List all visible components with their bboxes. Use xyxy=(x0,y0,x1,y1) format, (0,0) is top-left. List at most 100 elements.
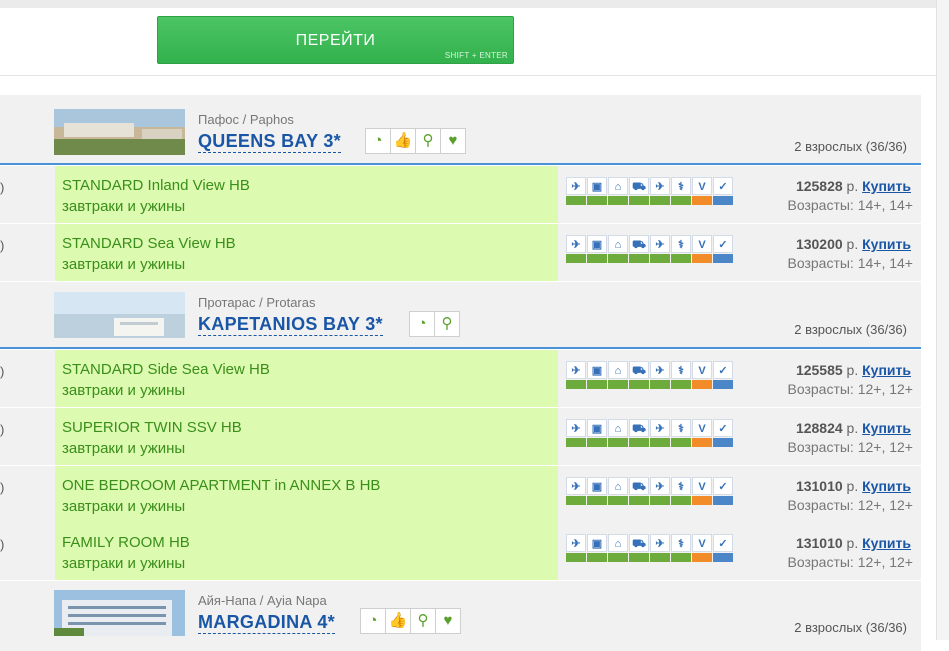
ages: Возрасты: 12+, 12+ xyxy=(787,439,914,455)
buy-link[interactable]: Купить xyxy=(862,478,911,494)
currency: р. xyxy=(842,535,863,551)
room-name: ONE BEDROOM APARTMENT in ANNEX B HB xyxy=(62,477,381,494)
service-status-bar xyxy=(608,553,628,562)
buy-link[interactable]: Купить xyxy=(862,420,911,436)
pool-icon: ◔ xyxy=(360,608,386,634)
go-button[interactable]: ПЕРЕЙТИ SHIFT + ENTER xyxy=(157,16,514,64)
hotel-header-kapetanios-bay: Протарас / Protaras KAPETANIOS BAY 3* ◔ ⚲… xyxy=(0,282,921,349)
hotel-pax: 2 взрослых (36/36) xyxy=(794,620,907,635)
plane2-icon: ✈ xyxy=(650,477,670,495)
family-icon: ⚲ xyxy=(415,128,441,154)
service-cell: V xyxy=(692,419,712,447)
visa-icon: V xyxy=(692,534,712,552)
service-cell: ✓ xyxy=(713,235,733,263)
hotel-name-link[interactable]: MARGADINA 4* xyxy=(198,612,335,634)
service-status-bar xyxy=(650,254,670,263)
service-cell: ✈ xyxy=(650,419,670,447)
currency: р. xyxy=(842,362,863,378)
medical-icon: ⚕ xyxy=(671,235,691,253)
scrollbar[interactable] xyxy=(936,0,949,640)
row-edge-mark: ) xyxy=(0,364,5,379)
service-cell: V xyxy=(692,235,712,263)
service-status-bar xyxy=(629,254,649,263)
buy-link[interactable]: Купить xyxy=(862,535,911,551)
bus-icon: ▣ xyxy=(587,534,607,552)
room-row: ) STANDARD Inland View HB завтраки и ужи… xyxy=(0,166,921,224)
service-cell: V xyxy=(692,361,712,389)
service-status-bar xyxy=(692,254,712,263)
service-cell: ⚕ xyxy=(671,235,691,263)
hotel-name-link[interactable]: KAPETANIOS BAY 3* xyxy=(198,314,383,336)
medical-icon: ⚕ xyxy=(671,534,691,552)
service-status-bar xyxy=(587,196,607,205)
service-cell: ✈ xyxy=(566,361,586,389)
service-status-bar xyxy=(650,553,670,562)
service-status-bar xyxy=(566,553,586,562)
service-status-bar xyxy=(608,196,628,205)
service-status-bar xyxy=(587,438,607,447)
plane2-icon: ✈ xyxy=(650,419,670,437)
ages: Возрасты: 12+, 12+ xyxy=(787,381,914,397)
hotel-photo[interactable] xyxy=(54,109,185,155)
service-status-bar xyxy=(713,553,733,562)
visa-icon: V xyxy=(692,361,712,379)
row-edge-mark: ) xyxy=(0,180,5,195)
service-cell: ✓ xyxy=(713,419,733,447)
house-icon: ⌂ xyxy=(608,534,628,552)
ages: Возрасты: 14+, 14+ xyxy=(787,197,914,213)
medical-icon: ⚕ xyxy=(671,477,691,495)
hotel-feature-icons: ◔ ⚲ xyxy=(409,311,460,337)
service-cell: ⛟ xyxy=(629,235,649,263)
hotel-feature-icons: ◔ 👍 ⚲ ♥ xyxy=(365,128,466,154)
service-cell: ⛟ xyxy=(629,177,649,205)
service-cell: ✈ xyxy=(566,477,586,505)
service-status-bar xyxy=(713,380,733,389)
meal-plan: завтраки и ужины xyxy=(62,498,186,515)
visa-icon: V xyxy=(692,235,712,253)
plane-icon: ✈ xyxy=(566,177,586,195)
pool-icon: ◔ xyxy=(409,311,435,337)
buy-link[interactable]: Купить xyxy=(862,236,911,252)
service-status-bar xyxy=(713,438,733,447)
service-status-bar xyxy=(608,380,628,389)
price: 131010 р. Купить xyxy=(796,535,911,551)
service-cell: ⛟ xyxy=(629,477,649,505)
hotel-location: Протарас / Protaras xyxy=(198,295,316,310)
plane-icon: ✈ xyxy=(566,235,586,253)
price-value: 125585 xyxy=(795,362,843,378)
family-icon: ⚲ xyxy=(434,311,460,337)
hotel-photo[interactable] xyxy=(54,590,185,636)
price: 131010 р. Купить xyxy=(796,478,911,494)
service-status-bar xyxy=(566,254,586,263)
service-cell: ✓ xyxy=(713,177,733,205)
car-icon: ⛟ xyxy=(629,419,649,437)
visa-icon: V xyxy=(692,177,712,195)
service-status-bar xyxy=(629,438,649,447)
service-cell: ▣ xyxy=(587,477,607,505)
service-status-bar xyxy=(566,438,586,447)
service-status-bar xyxy=(566,496,586,505)
currency: р. xyxy=(842,236,863,252)
service-cell: ⚕ xyxy=(671,177,691,205)
bus-icon: ▣ xyxy=(587,235,607,253)
check-icon: ✓ xyxy=(713,177,733,195)
thumbs-up-icon: 👍 xyxy=(385,608,411,634)
ages: Возрасты: 14+, 14+ xyxy=(787,255,914,271)
hotel-name-link[interactable]: QUEENS BAY 3* xyxy=(198,131,341,153)
hotel-photo[interactable] xyxy=(54,292,185,338)
service-status-bar xyxy=(671,254,691,263)
service-status-bar xyxy=(629,496,649,505)
service-status-bar xyxy=(671,438,691,447)
heart-icon: ♥ xyxy=(440,128,466,154)
service-cell: ✓ xyxy=(713,477,733,505)
price: 125828 р. Купить xyxy=(796,178,911,194)
check-icon: ✓ xyxy=(713,534,733,552)
house-icon: ⌂ xyxy=(608,235,628,253)
service-status-bar xyxy=(608,254,628,263)
buy-link[interactable]: Купить xyxy=(862,178,911,194)
service-status-bar xyxy=(608,496,628,505)
buy-link[interactable]: Купить xyxy=(862,362,911,378)
service-cell: ✈ xyxy=(650,477,670,505)
ages: Возрасты: 12+, 12+ xyxy=(787,497,914,513)
currency: р. xyxy=(842,420,863,436)
